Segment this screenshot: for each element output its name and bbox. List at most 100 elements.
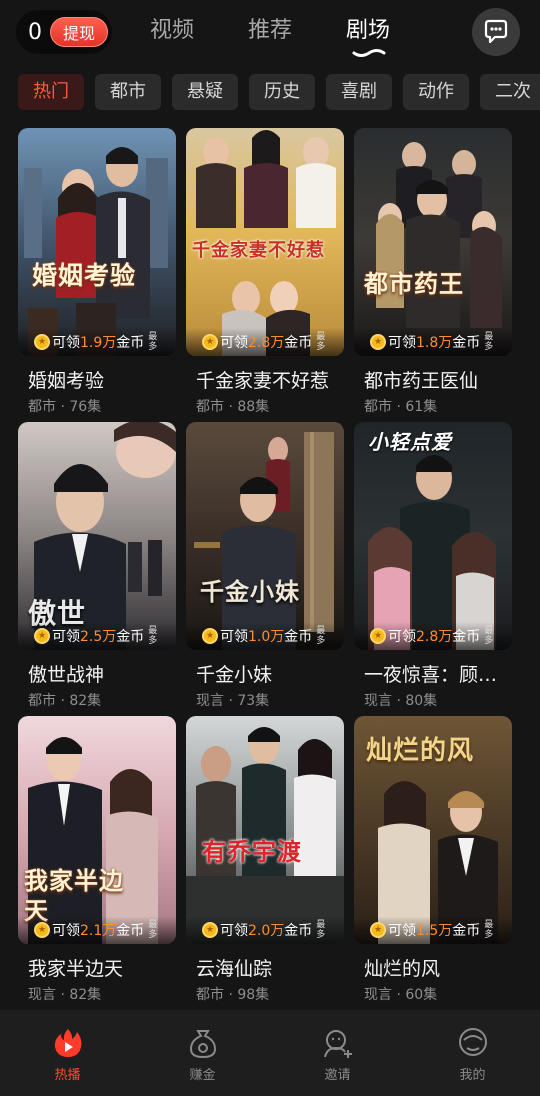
- flame-play-icon: [54, 1029, 81, 1057]
- chip-hot[interactable]: 热门: [18, 74, 84, 110]
- drama-episodes: 76集: [69, 399, 102, 415]
- chip-comedy[interactable]: 喜剧: [326, 74, 392, 110]
- reward-suffix: 金币: [284, 335, 313, 351]
- reward-most: 最多: [484, 332, 494, 352]
- reward-text: 可领2.0万金币: [220, 920, 312, 940]
- reward-amount: 2.0万: [248, 923, 285, 939]
- bottom-nav: 热播 赚金 邀请 我的: [0, 1010, 540, 1096]
- chip-mystery[interactable]: 悬疑: [172, 74, 238, 110]
- reward-text: 可领2.1万金币: [52, 920, 144, 940]
- poster-title: 小轻点爱: [368, 430, 452, 454]
- drama-poster[interactable]: 小轻点爱 ★ 可领2.8万金币 最多: [354, 422, 512, 650]
- coin-balance-pill[interactable]: 0 提现: [16, 10, 112, 54]
- money-bag-icon: [189, 1030, 216, 1059]
- reward-most: 最多: [484, 920, 494, 940]
- reward-prefix: 可领: [388, 629, 416, 645]
- drama-title[interactable]: 千金家妻不好惹: [196, 366, 344, 393]
- nav-mine-label: 我的: [459, 1068, 486, 1083]
- coin-icon: ★: [34, 334, 50, 350]
- drama-poster[interactable]: 我家半边天 ★ 可领2.1万金币 最多: [18, 716, 176, 944]
- drama-genre: 都市: [28, 693, 56, 709]
- chip-history[interactable]: 历史: [249, 74, 315, 110]
- nav-earn-label: 赚金: [189, 1068, 216, 1083]
- reward-suffix: 金币: [452, 923, 481, 939]
- drama-poster[interactable]: 有乔宇渡 ★ 可领2.0万金币 最多: [186, 716, 344, 944]
- drama-title[interactable]: 灿烂的风: [364, 954, 512, 981]
- invite-user-icon: [323, 1030, 352, 1058]
- reward-prefix: 可领: [220, 335, 248, 351]
- reward-amount: 1.0万: [248, 629, 285, 645]
- coin-icon: ★: [202, 628, 218, 644]
- drama-poster[interactable]: 都市药王 ★ 可领1.8万金币 最多: [354, 128, 512, 356]
- drama-title[interactable]: 婚姻考验: [28, 366, 176, 393]
- reward-text: 可领2.8万金币: [220, 332, 312, 352]
- drama-genre: 都市: [364, 399, 392, 415]
- coin-icon: ★: [370, 334, 386, 350]
- drama-poster[interactable]: 灿烂的风 ★ 可领1.5万金币 最多: [354, 716, 512, 944]
- coin-icon: ★: [34, 628, 50, 644]
- chip-anime[interactable]: 二次: [480, 74, 540, 110]
- drama-title[interactable]: 千金小妹: [196, 660, 344, 687]
- coin-icon: ★: [34, 922, 50, 938]
- drama-episodes: 61集: [405, 399, 438, 415]
- reward-bar: ★ 可领2.1万金币 最多: [18, 916, 176, 944]
- poster-title: 都市药王: [364, 269, 464, 298]
- coin-count: 0: [28, 19, 42, 45]
- reward-text: 可领2.5万金币: [52, 626, 144, 646]
- chat-bubble-icon: [484, 19, 508, 44]
- drama-episodes: 88集: [237, 399, 270, 415]
- poster-title: 千金家妻不好惹: [192, 240, 325, 261]
- drama-genre: 都市: [28, 399, 56, 415]
- drama-title[interactable]: 傲世战神: [28, 660, 176, 687]
- reward-amount: 2.8万: [248, 335, 285, 351]
- drama-genre: 现言: [196, 693, 224, 709]
- drama-poster[interactable]: 傲世 ★ 可领2.5万金币 最多: [18, 422, 176, 650]
- active-tab-indicator: [352, 49, 386, 57]
- reward-text: 可领1.9万金币: [52, 332, 144, 352]
- tab-video[interactable]: 视频: [150, 14, 194, 54]
- tab-recommend[interactable]: 推荐: [248, 14, 292, 54]
- reward-suffix: 金币: [284, 629, 313, 645]
- drama-meta: 都市 · 82集: [28, 693, 102, 709]
- reward-text: 可领1.8万金币: [388, 332, 480, 352]
- reward-most: 最多: [148, 626, 158, 646]
- drama-title[interactable]: 都市药王医仙: [364, 366, 512, 393]
- reward-prefix: 可领: [388, 923, 416, 939]
- tab-theater[interactable]: 剧场: [346, 14, 390, 57]
- message-button[interactable]: [472, 8, 520, 56]
- reward-bar: ★ 可领1.9万金币 最多: [18, 328, 176, 356]
- reward-most: 最多: [484, 626, 494, 646]
- drama-episodes: 82集: [69, 693, 102, 709]
- drama-poster[interactable]: 婚姻考验 ★ 可领1.9万金币 最多: [18, 128, 176, 356]
- reward-suffix: 金币: [116, 335, 145, 351]
- reward-prefix: 可领: [52, 923, 80, 939]
- drama-episodes: 98集: [237, 987, 270, 1003]
- drama-meta: 都市 · 76集: [28, 399, 102, 415]
- reward-most: 最多: [148, 920, 158, 940]
- drama-title[interactable]: 云海仙踪: [196, 954, 344, 981]
- nav-hot-label: 热播: [54, 1068, 81, 1083]
- drama-poster[interactable]: 千金小妹 ★ 可领1.0万金币 最多: [186, 422, 344, 650]
- reward-bar: ★ 可领2.8万金币 最多: [186, 328, 344, 356]
- nav-hot[interactable]: 热播: [0, 1010, 135, 1096]
- reward-most: 最多: [316, 332, 326, 352]
- reward-amount: 1.8万: [416, 335, 453, 351]
- reward-bar: ★ 可领1.0万金币 最多: [186, 622, 344, 650]
- drama-poster[interactable]: 千金家妻不好惹 ★ 可领2.8万金币 最多: [186, 128, 344, 356]
- reward-text: 可领1.5万金币: [388, 920, 480, 940]
- withdraw-button[interactable]: 提现: [50, 17, 109, 47]
- drama-episodes: 82集: [69, 987, 102, 1003]
- nav-earn[interactable]: 赚金: [135, 1010, 270, 1096]
- nav-invite[interactable]: 邀请: [270, 1010, 405, 1096]
- drama-meta: 都市 · 98集: [196, 987, 270, 1003]
- reward-bar: ★ 可领2.8万金币 最多: [354, 622, 512, 650]
- drama-meta: 现言 · 82集: [28, 987, 102, 1003]
- reward-prefix: 可领: [388, 335, 416, 351]
- chip-urban[interactable]: 都市: [95, 74, 161, 110]
- drama-title[interactable]: 我家半边天: [28, 954, 176, 981]
- drama-title[interactable]: 一夜惊喜：顾…: [364, 660, 512, 687]
- reward-most: 最多: [316, 920, 326, 940]
- drama-meta: 现言 · 80集: [364, 693, 438, 709]
- chip-action[interactable]: 动作: [403, 74, 469, 110]
- nav-mine[interactable]: 我的: [405, 1010, 540, 1096]
